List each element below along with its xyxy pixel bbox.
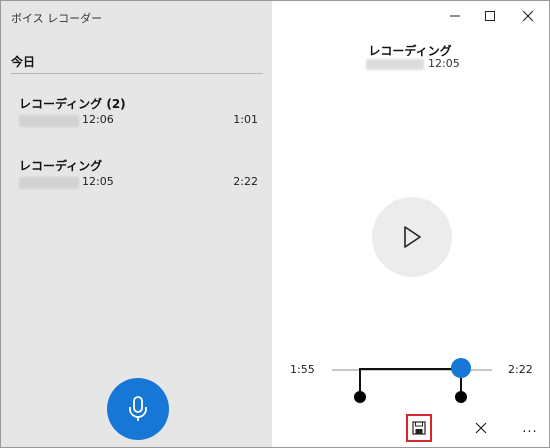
playhead-handle[interactable]: [451, 358, 471, 378]
recording-item[interactable]: レコーディング (2) 12:06 1:01: [1, 95, 272, 145]
recordings-panel: ボイス レコーダー 今日 レコーディング (2) 12:06 1:01 レコーデ…: [1, 1, 272, 447]
trim-end-time: 2:22: [508, 363, 533, 376]
minimize-button[interactable]: [438, 2, 472, 30]
recording-name: レコーディング: [19, 159, 103, 173]
recording-time: 12:05: [428, 57, 460, 70]
more-options-button[interactable]: ...: [517, 416, 543, 440]
recording-title: レコーディング: [368, 44, 452, 58]
trim-start-time: 1:55: [290, 363, 315, 376]
play-icon: [404, 226, 421, 248]
window-close-button[interactable]: [511, 2, 545, 30]
record-button[interactable]: [107, 378, 169, 440]
trim-start-handle[interactable]: [354, 391, 366, 403]
trim-selection: [359, 368, 462, 370]
app-title: ボイス レコーダー: [11, 12, 103, 25]
section-header-today: 今日: [11, 55, 36, 69]
recording-duration: 1:01: [233, 113, 258, 126]
recording-date-redacted: [19, 115, 79, 127]
recording-date-redacted: [19, 177, 79, 189]
close-icon: [522, 10, 534, 22]
microphone-icon: [129, 396, 147, 421]
play-button[interactable]: [372, 197, 452, 277]
recording-time: 12:06: [82, 113, 114, 126]
recording-date-redacted: [366, 59, 424, 70]
save-icon: [412, 421, 426, 435]
save-button[interactable]: [406, 414, 432, 442]
recording-detail-panel: レコーディング 12:05 1:55 2:22 ...: [272, 1, 548, 447]
minimize-icon: [450, 15, 460, 17]
recording-duration: 2:22: [233, 175, 258, 188]
trim-end-handle[interactable]: [455, 391, 467, 403]
recording-name: レコーディング (2): [19, 97, 126, 111]
maximize-button[interactable]: [473, 2, 507, 30]
maximize-icon: [485, 11, 495, 21]
recording-item[interactable]: レコーディング 12:05 2:22: [1, 157, 272, 207]
close-icon: [475, 422, 487, 434]
discard-button[interactable]: [469, 416, 493, 440]
section-divider: [11, 73, 263, 74]
recording-time: 12:05: [82, 175, 114, 188]
